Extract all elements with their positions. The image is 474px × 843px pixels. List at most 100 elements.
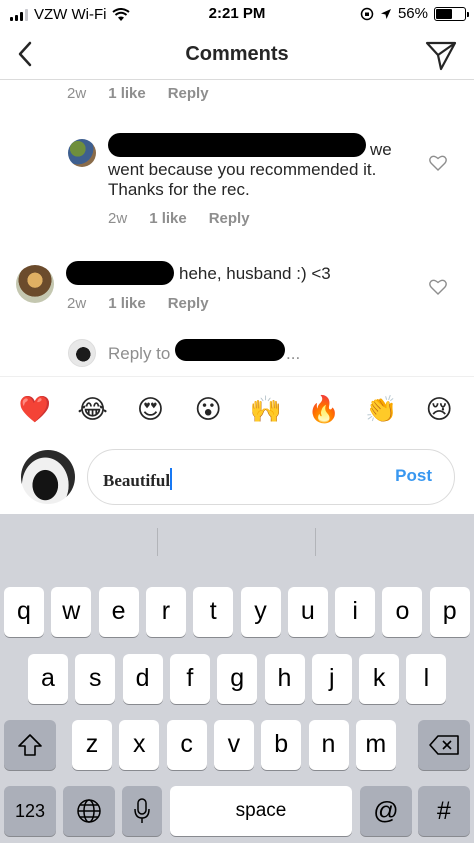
comment-likes[interactable]: 1 like xyxy=(108,295,146,312)
key-label: c xyxy=(180,730,193,758)
emoji-fire[interactable]: 🔥 xyxy=(304,394,344,425)
key-p[interactable]: p xyxy=(429,587,470,637)
rotation-lock-icon xyxy=(360,7,374,20)
key-u[interactable]: u xyxy=(287,587,328,637)
predict-divider xyxy=(157,528,158,556)
comment-time: 2w xyxy=(67,85,87,102)
comment-likes[interactable]: 1 like xyxy=(149,210,187,227)
comment-likes[interactable]: 1 like xyxy=(108,85,146,102)
key-label: k xyxy=(372,664,386,692)
text-caret xyxy=(170,468,173,490)
battery-icon xyxy=(434,6,469,21)
emoji-crying[interactable]: 😢 xyxy=(419,394,459,425)
comment-input[interactable]: Beautiful Post xyxy=(87,449,455,505)
heart-icon[interactable] xyxy=(429,279,447,295)
direct-send-icon[interactable] xyxy=(424,38,458,72)
key-label: b xyxy=(274,730,289,758)
reply-button[interactable]: Reply xyxy=(209,210,250,227)
key-i[interactable]: i xyxy=(335,587,376,637)
key-q[interactable]: q xyxy=(4,587,44,637)
key-label: h xyxy=(277,664,292,692)
key-j[interactable]: j xyxy=(311,654,352,704)
comment-meta: 2w 1 like Reply xyxy=(108,210,250,227)
status-bar: VZW Wi-Fi 2:21 PM 56% xyxy=(0,0,474,30)
key-n[interactable]: n xyxy=(308,720,349,770)
backspace-key[interactable] xyxy=(418,720,470,770)
reply-button[interactable]: Reply xyxy=(168,85,209,102)
key-label: y xyxy=(254,597,267,625)
comments-list: 2w 1 like Reply we went because you reco… xyxy=(0,81,474,375)
keyboard: q w e r t y u i o p a s d f g h j k l z x c v b n m 123 space @ # xyxy=(0,514,474,843)
reply-button[interactable]: Reply xyxy=(168,295,209,312)
emoji-clap[interactable]: 👏 xyxy=(361,394,401,425)
emoji-heart[interactable]: ❤️ xyxy=(15,394,55,425)
key-label: a xyxy=(41,664,55,692)
globe-icon xyxy=(77,799,101,823)
key-label: s xyxy=(89,664,102,692)
key-m[interactable]: m xyxy=(355,720,396,770)
key-label: z xyxy=(85,730,99,758)
post-button[interactable]: Post xyxy=(395,466,432,486)
globe-key[interactable] xyxy=(63,786,115,836)
key-label: d xyxy=(135,664,150,692)
avatar[interactable] xyxy=(16,265,54,303)
emoji-heart-eyes[interactable]: 😍 xyxy=(130,394,170,425)
microphone-icon xyxy=(134,798,150,823)
emoji-surprised[interactable]: 😮 xyxy=(188,394,228,425)
avatar xyxy=(21,450,75,504)
redacted-username xyxy=(66,261,174,285)
key-e[interactable]: e xyxy=(98,587,139,637)
key-label: x xyxy=(133,730,146,758)
page-title: Comments xyxy=(185,43,289,65)
key-s[interactable]: s xyxy=(75,654,116,704)
key-z[interactable]: z xyxy=(72,720,112,770)
predictive-bar xyxy=(0,514,474,570)
key-w[interactable]: w xyxy=(51,587,92,637)
key-g[interactable]: g xyxy=(217,654,258,704)
hash-key-label: # xyxy=(437,797,451,825)
key-d[interactable]: d xyxy=(122,654,163,704)
heart-icon[interactable] xyxy=(429,155,447,171)
key-y[interactable]: y xyxy=(240,587,281,637)
at-key[interactable]: @ xyxy=(360,786,412,836)
key-b[interactable]: b xyxy=(261,720,302,770)
avatar[interactable] xyxy=(68,139,96,167)
comment-time: 2w xyxy=(108,210,128,227)
comment-text-line: went because you recommended it. xyxy=(108,160,377,179)
emoji-raised-hands[interactable]: 🙌 xyxy=(246,394,286,425)
key-label: g xyxy=(230,664,245,692)
key-label: t xyxy=(209,597,217,625)
battery-percent: 56% xyxy=(397,5,428,22)
comment-meta: 2w 1 like Reply xyxy=(67,295,209,312)
redacted-username xyxy=(175,339,285,361)
key-a[interactable]: a xyxy=(28,654,68,704)
space-key[interactable]: space xyxy=(170,786,352,836)
dictation-key[interactable] xyxy=(122,786,162,836)
key-label: f xyxy=(186,664,194,692)
key-label: q xyxy=(17,597,31,625)
key-label: m xyxy=(365,730,387,758)
key-h[interactable]: h xyxy=(264,654,305,704)
key-o[interactable]: o xyxy=(382,587,423,637)
key-label: r xyxy=(161,597,171,625)
key-label: w xyxy=(62,597,81,625)
key-k[interactable]: k xyxy=(359,654,400,704)
key-f[interactable]: f xyxy=(169,654,210,704)
key-l[interactable]: l xyxy=(406,654,447,704)
key-x[interactable]: x xyxy=(119,720,160,770)
battery-fill xyxy=(436,8,452,19)
key-v[interactable]: v xyxy=(213,720,254,770)
key-c[interactable]: c xyxy=(166,720,207,770)
numbers-key-label: 123 xyxy=(14,801,46,821)
nav-header: Comments xyxy=(0,30,474,80)
redacted-username xyxy=(108,133,366,157)
key-t[interactable]: t xyxy=(193,587,234,637)
hash-key[interactable]: # xyxy=(418,786,470,836)
comment-input-value: Beautiful xyxy=(103,468,173,491)
numbers-key[interactable]: 123 xyxy=(4,786,56,836)
reply-to-label[interactable]: Reply to xyxy=(108,344,170,364)
key-r[interactable]: r xyxy=(145,587,186,637)
comment-composer: Beautiful Post xyxy=(0,442,474,514)
emoji-joy[interactable]: 😂 xyxy=(73,394,113,425)
shift-key[interactable] xyxy=(4,720,56,770)
